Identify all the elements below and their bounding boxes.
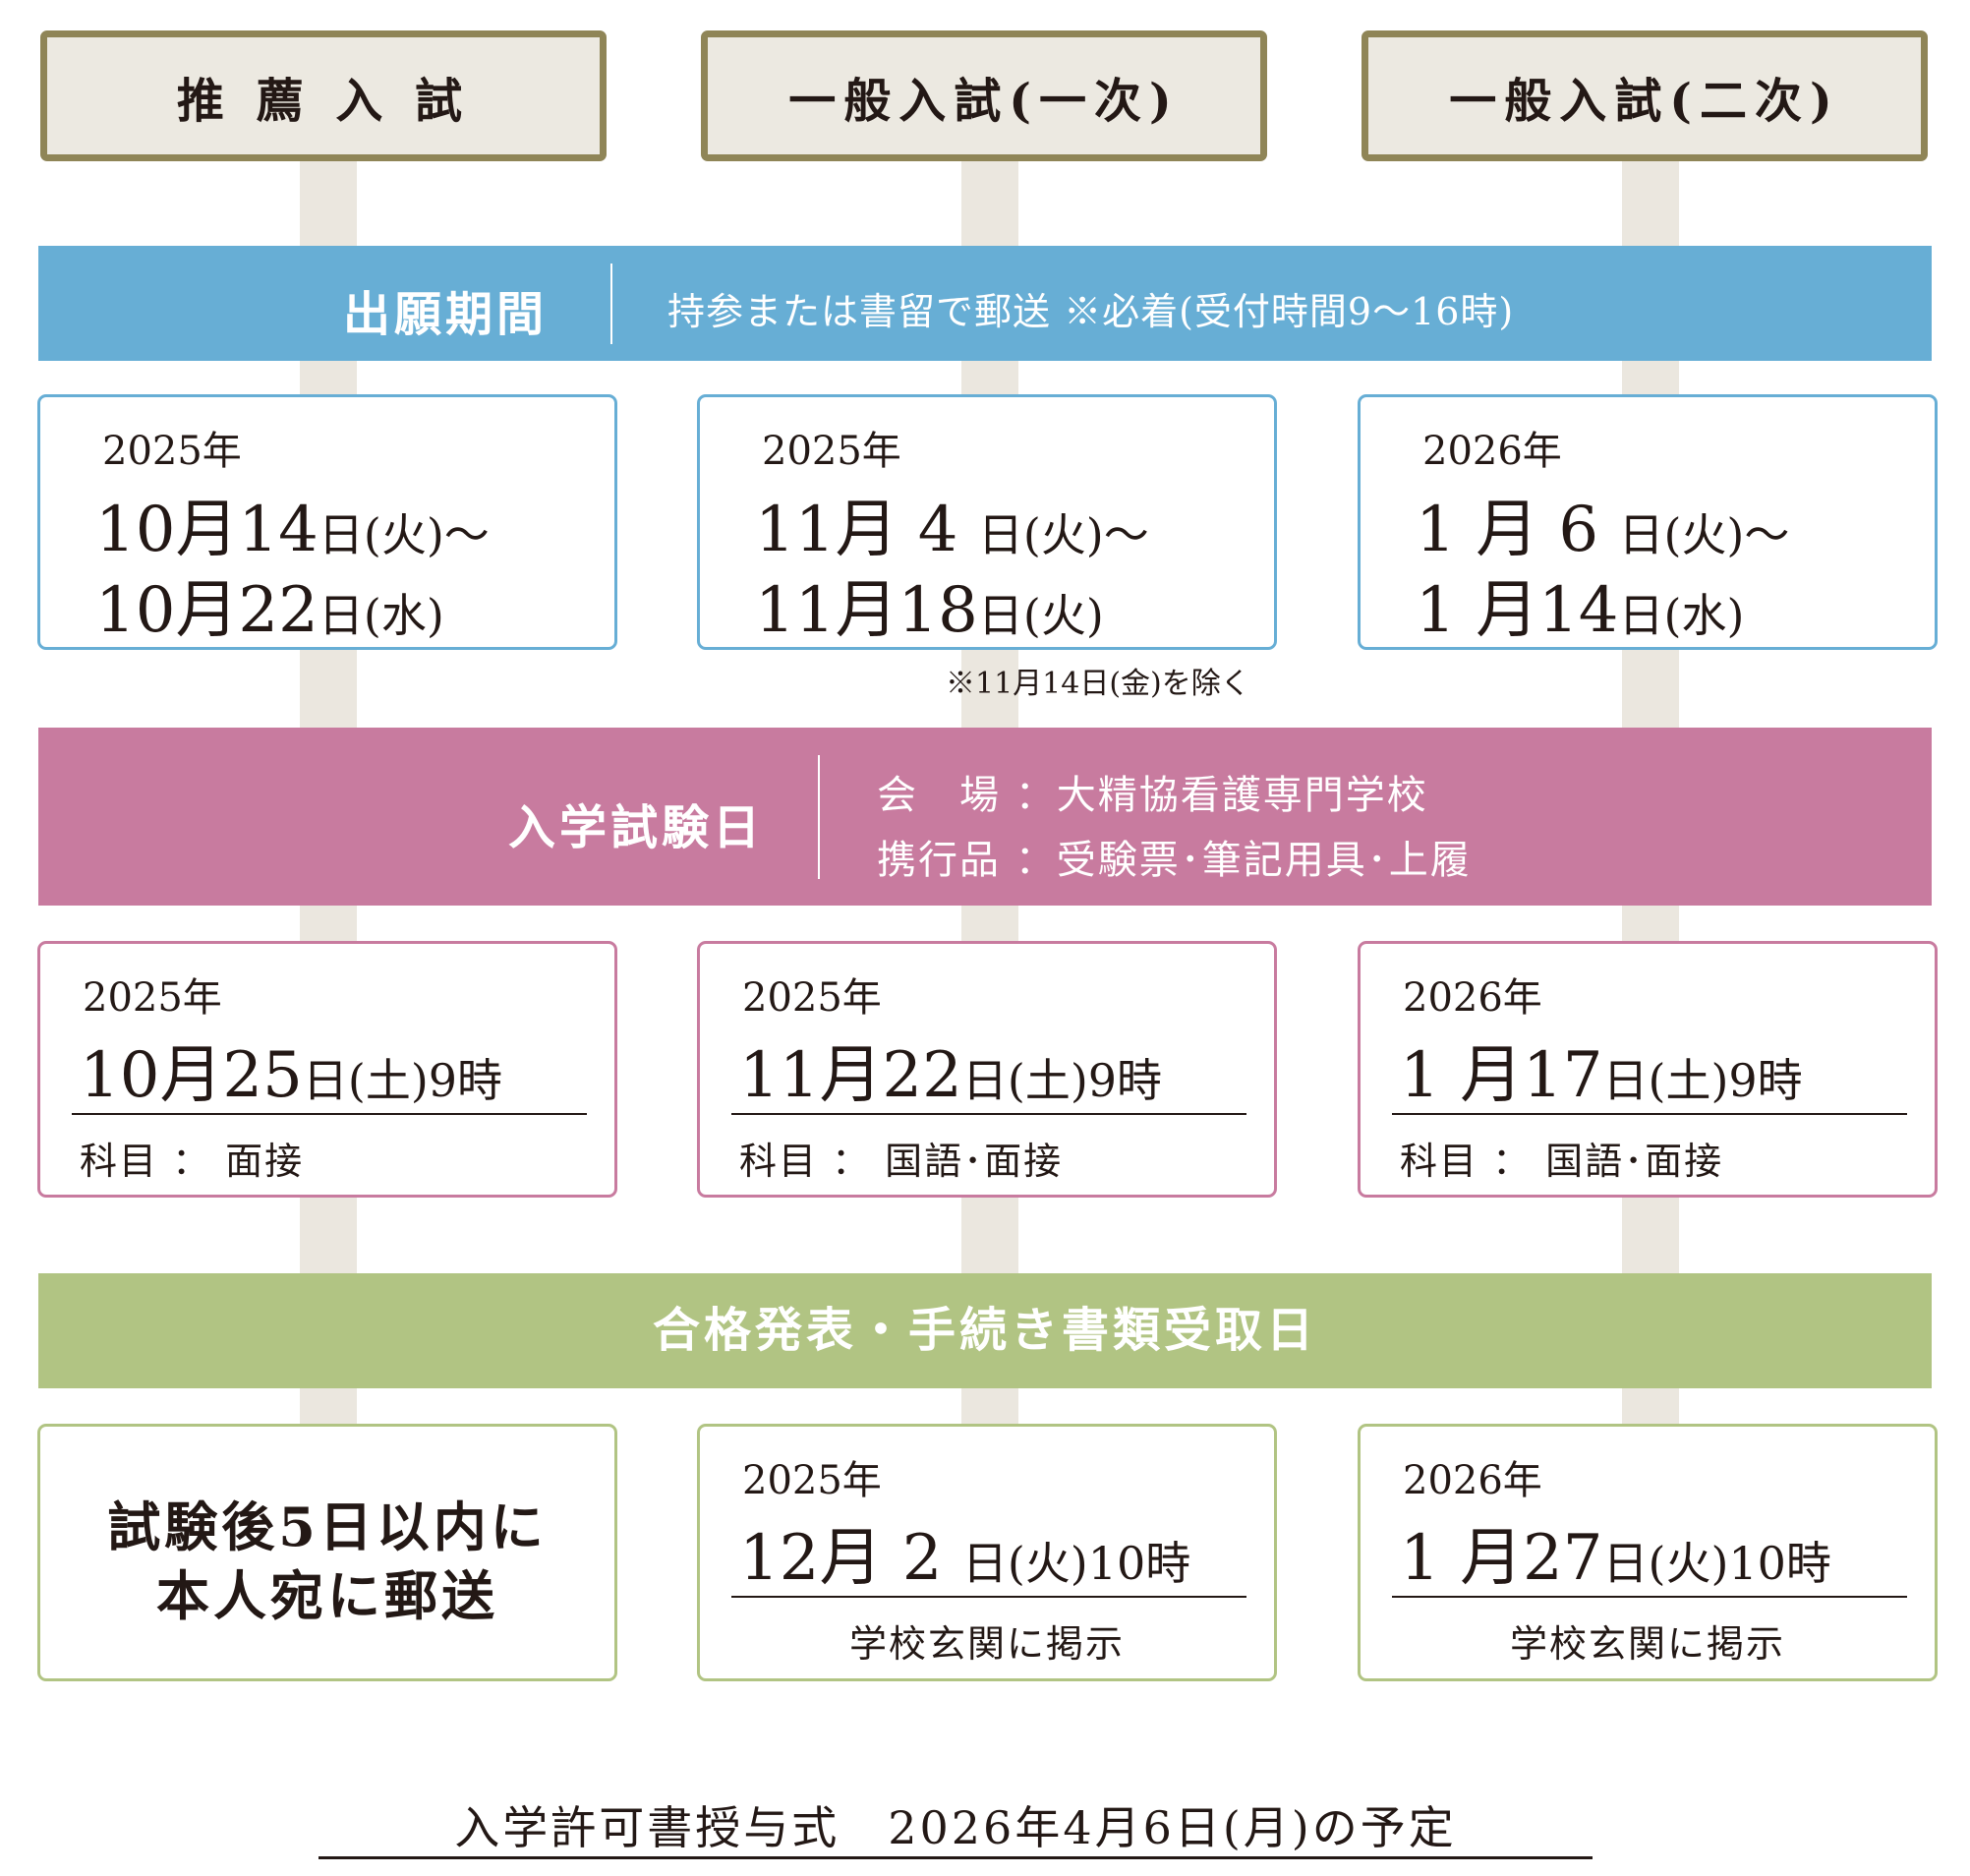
- exclusion-note: ※11月14日(金)を除く: [946, 667, 1250, 701]
- result-place: 学校玄関に掲示: [848, 1622, 1125, 1666]
- application-period-band: 出願期間 持参または書留で郵送 ※必着(受付時間9～16時): [38, 246, 1932, 361]
- result-box-general-second: 2026年 1 月27日(火)10時 学校玄関に掲示: [1358, 1424, 1938, 1681]
- year-label: 2026年: [1403, 1458, 1542, 1503]
- result-box-general-first: 2025年 12月 2 日(火)10時 学校玄関に掲示: [697, 1424, 1277, 1681]
- application-box-recommendation: 2025年 10月14日(火)～ 10月22日(水): [37, 394, 617, 650]
- year-label: 2025年: [762, 429, 901, 474]
- exam-subjects: 科目 ： 面接: [80, 1140, 305, 1183]
- result-announcement-band: 合格発表・手続き書類受取日: [38, 1273, 1932, 1388]
- date-from: 1 月 6 日(火)～: [1416, 494, 1790, 566]
- application-box-general-second: 2026年 1 月 6 日(火)～ 1 月14日(水): [1358, 394, 1938, 650]
- year-label: 2025年: [742, 975, 882, 1021]
- year-label: 2025年: [83, 975, 222, 1021]
- mail-notice-line2: 本人宛に郵送: [156, 1564, 498, 1627]
- result-place: 学校玄関に掲示: [1509, 1622, 1785, 1666]
- result-box-recommendation: 試験後5日以内に 本人宛に郵送: [37, 1424, 617, 1681]
- exam-datetime: 11月22日(土)9時: [739, 1039, 1163, 1112]
- exam-datetime: 1 月17日(土)9時: [1400, 1039, 1803, 1112]
- divider: [1392, 1113, 1907, 1115]
- result-datetime: 1 月27日(火)10時: [1400, 1522, 1831, 1595]
- exam-items-to-bring: 携行品 ：受験票･筆記用具･上履: [877, 838, 1472, 883]
- application-period-label: 出願期間: [343, 287, 549, 342]
- result-datetime: 12月 2 日(火)10時: [739, 1522, 1191, 1595]
- year-label: 2025年: [742, 1458, 882, 1503]
- admission-ceremony-note: 入学許可書授与式 2026年4月6日(月)の予定: [454, 1801, 1457, 1854]
- ceremony-underline: [319, 1856, 1593, 1859]
- mail-notice-line1: 試験後5日以内に: [107, 1495, 548, 1558]
- divider: [731, 1113, 1246, 1115]
- divider: [731, 1596, 1246, 1598]
- header-recommendation-exam: 推 薦 入 試: [40, 30, 607, 161]
- exam-datetime: 10月25日(土)9時: [80, 1039, 503, 1112]
- date-to: 1 月14日(水): [1416, 574, 1745, 647]
- application-box-general-first: 2025年 11月 4 日(火)～ 11月18日(火): [697, 394, 1277, 650]
- exam-box-recommendation: 2025年 10月25日(土)9時 科目 ： 面接: [37, 941, 617, 1198]
- date-from: 11月 4 日(火)～: [755, 494, 1149, 566]
- year-label: 2026年: [1422, 429, 1562, 474]
- header-general-exam-first: 一般入試(一次): [701, 30, 1267, 161]
- year-label: 2025年: [102, 429, 242, 474]
- band-divider: [610, 264, 612, 344]
- exam-box-general-second: 2026年 1 月17日(土)9時 科目 ： 国語･面接: [1358, 941, 1938, 1198]
- date-from: 10月14日(火)～: [95, 494, 490, 566]
- band-divider: [818, 755, 820, 879]
- exam-date-label: 入学試験日: [508, 800, 765, 855]
- exam-subjects: 科目 ： 国語･面接: [1400, 1140, 1724, 1183]
- date-to: 10月22日(水): [95, 574, 444, 647]
- header-general-exam-second: 一般入試(二次): [1362, 30, 1928, 161]
- date-to: 11月18日(火): [755, 574, 1104, 647]
- year-label: 2026年: [1403, 975, 1542, 1021]
- exam-subjects: 科目 ： 国語･面接: [739, 1140, 1064, 1183]
- exam-box-general-first: 2025年 11月22日(土)9時 科目 ： 国語･面接: [697, 941, 1277, 1198]
- divider: [1392, 1596, 1907, 1598]
- result-announcement-label: 合格発表・手続き書類受取日: [652, 1303, 1317, 1358]
- application-period-note: 持参または書留で郵送 ※必着(受付時間9～16時): [667, 290, 1515, 333]
- exam-venue: 会 場 ：大精協看護専門学校: [877, 773, 1428, 818]
- exam-date-band: 入学試験日 会 場 ：大精協看護専門学校 携行品 ：受験票･筆記用具･上履: [38, 728, 1932, 906]
- divider: [72, 1113, 587, 1115]
